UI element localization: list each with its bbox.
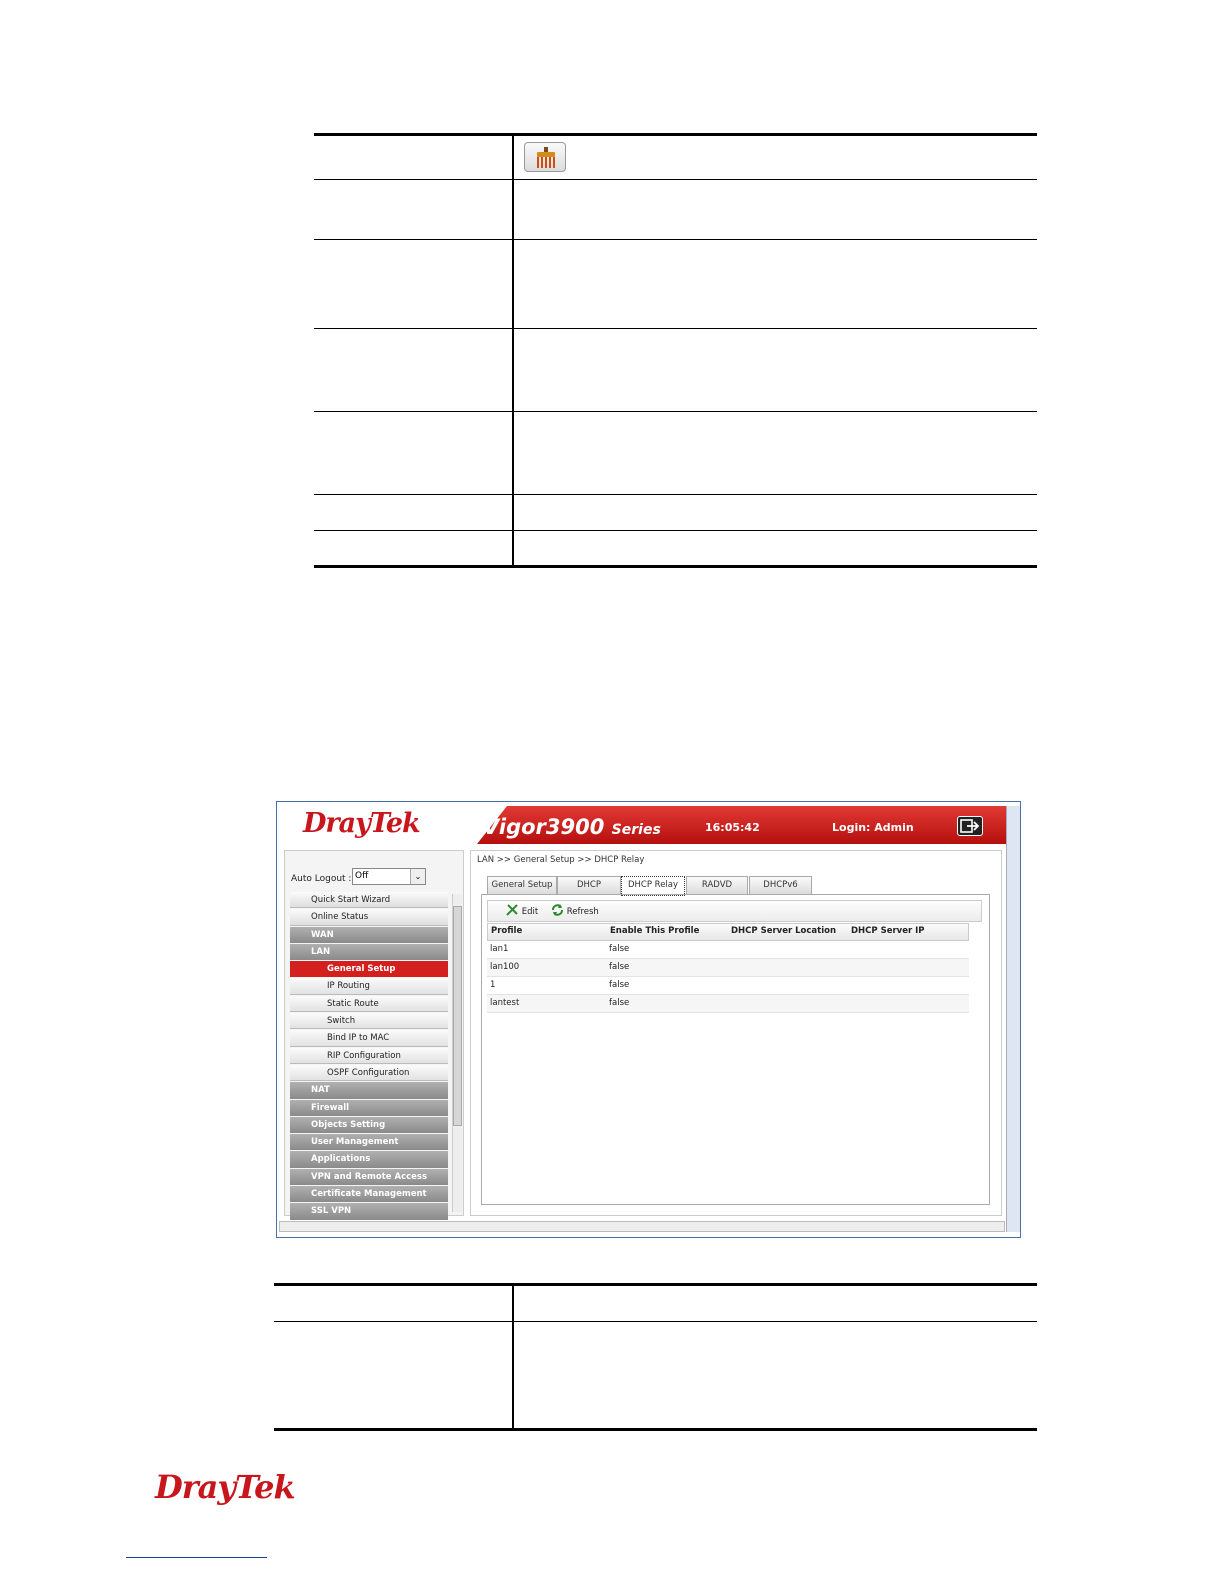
logout-button[interactable] [957,816,983,836]
refresh-button[interactable]: Refresh [551,904,599,917]
auto-logout-value: Off [355,871,369,881]
tab-dhcp[interactable]: DHCP [557,876,621,894]
column-header-profile[interactable]: Profile [491,926,522,936]
table-cell [513,1285,1037,1322]
tab-radvd[interactable]: RADVD [686,876,748,894]
table-cell: false [609,980,630,990]
sidebar-item-online-status[interactable]: Online Status [290,909,448,926]
system-clock: 16:05:42 [705,821,760,834]
main-content: LAN >> General Setup >> DHCP Relay Gener… [470,850,1002,1216]
table-cell [513,328,1037,412]
table-cell: false [609,998,630,1008]
table-cell [513,494,1037,531]
sidebar-item-ospf-configuration[interactable]: OSPF Configuration [290,1064,448,1082]
table-cell: false [609,962,630,972]
chevron-down-icon[interactable]: ⌄ [410,869,425,884]
sidebar-item-applications[interactable]: Applications [290,1151,448,1168]
window-scrollbar[interactable] [1006,806,1020,1232]
refresh-icon [552,904,563,916]
table-row[interactable]: 1 false [487,977,969,995]
login-status: Login: Admin [832,821,914,834]
toolbar: Edit Refresh [487,900,982,922]
product-model: Vigor3900 [483,815,605,839]
column-header-server-location[interactable]: DHCP Server Location [731,926,836,936]
column-header-enable[interactable]: Enable This Profile [610,926,699,936]
table-body: lan1 false lan100 false 1 false lantest false [487,941,969,1013]
edit-label: Edit [521,907,539,917]
horizontal-scrollbar[interactable] [279,1221,1005,1232]
sidebar-item-static-route[interactable]: Static Route [290,995,448,1013]
table-cell [513,411,1037,495]
edit-icon [506,904,518,916]
footer-link-underline [126,1557,267,1558]
table-cell [513,1321,1037,1430]
scrollbar-thumb[interactable] [453,906,462,1126]
table-row[interactable]: lantest false [487,995,969,1013]
table-cell [314,134,514,180]
table-cell: false [609,944,630,954]
table-cell [513,135,1037,180]
draytek-logo: DrayTek [303,808,421,839]
tab-panel: Edit Refresh Profile Enable This Profile… [481,894,990,1205]
clear-button[interactable] [524,141,566,172]
profile-table: Profile Enable This Profile DHCP Server … [487,923,969,1013]
auto-logout-select[interactable]: Off ⌄ [352,868,426,885]
sidebar-item-certificate-management[interactable]: Certificate Management [290,1186,448,1203]
table-cell: lan1 [490,944,509,954]
sidebar-item-objects-setting[interactable]: Objects Setting [290,1116,448,1134]
column-header-server-ip[interactable]: DHCP Server IP [851,926,925,936]
table-cell [274,1284,514,1322]
sidebar-item-firewall[interactable]: Firewall [290,1099,448,1116]
table-cell [513,239,1037,329]
sidebar-item-general-setup[interactable]: General Setup [290,961,448,978]
table-row[interactable]: lan100 false [487,959,969,977]
sidebar-item-nat[interactable]: NAT [290,1082,448,1099]
table-row[interactable]: lan1 false [487,941,969,959]
table-cell [513,179,1037,240]
table-cell: lantest [490,998,520,1008]
footer-logo: DrayTek [155,1468,296,1506]
product-name: Vigor3900 Series [483,815,661,839]
sidebar-item-user-management[interactable]: User Management [290,1134,448,1151]
table-cell [314,328,514,412]
sidebar-scrollbar[interactable] [452,894,462,1212]
sidebar-item-quick-start-wizard[interactable]: Quick Start Wizard [290,892,448,909]
table-cell [314,530,514,567]
sidebar-item-ssl-vpn[interactable]: SSL VPN [290,1203,448,1220]
tab-dhcpv6[interactable]: DHCPv6 [749,876,812,894]
header-banner: DrayTek Vigor3900 Series 16:05:42 Login:… [277,806,1006,844]
breadcrumb: LAN >> General Setup >> DHCP Relay [477,855,645,865]
tab-dhcp-relay[interactable]: DHCP Relay [621,876,685,896]
sidebar-item-wan[interactable]: WAN [290,926,448,943]
parameter-table-top [314,133,1037,568]
sidebar-item-lan[interactable]: LAN [290,943,448,961]
table-cell [314,179,514,240]
sidebar-menu: Quick Start Wizard Online Status WAN LAN Gen… [290,892,448,1221]
table-cell [314,494,514,531]
table-cell [314,239,514,329]
logout-icon [960,819,980,833]
auto-logout-label: Auto Logout : [291,874,352,884]
sidebar: Auto Logout : Off ⌄ Quick Start Wizard On… [284,850,464,1220]
sidebar-item-rip-configuration[interactable]: RIP Configuration [290,1047,448,1064]
parameter-table-bottom [274,1283,1037,1431]
sidebar-item-vpn-and-remote-access[interactable]: VPN and Remote Access [290,1168,448,1186]
router-ui-screenshot: DrayTek Vigor3900 Series 16:05:42 Login:… [276,801,1021,1238]
sidebar-item-ip-routing[interactable]: IP Routing [290,978,448,995]
edit-button[interactable]: Edit [506,904,538,917]
table-cell: 1 [490,980,496,990]
table-cell: lan100 [490,962,520,972]
tab-general-setup[interactable]: General Setup [487,876,557,894]
logo-area: DrayTek [277,806,507,844]
table-cell [513,530,1037,567]
sidebar-item-switch[interactable]: Switch [290,1013,448,1030]
product-series: Series [611,822,661,838]
table-header: Profile Enable This Profile DHCP Server … [487,923,969,941]
sidebar-item-bind-ip-to-mac[interactable]: Bind IP to MAC [290,1030,448,1047]
table-cell [274,1321,514,1430]
broom-icon [537,146,555,168]
refresh-label: Refresh [566,907,599,917]
table-cell [314,411,514,495]
